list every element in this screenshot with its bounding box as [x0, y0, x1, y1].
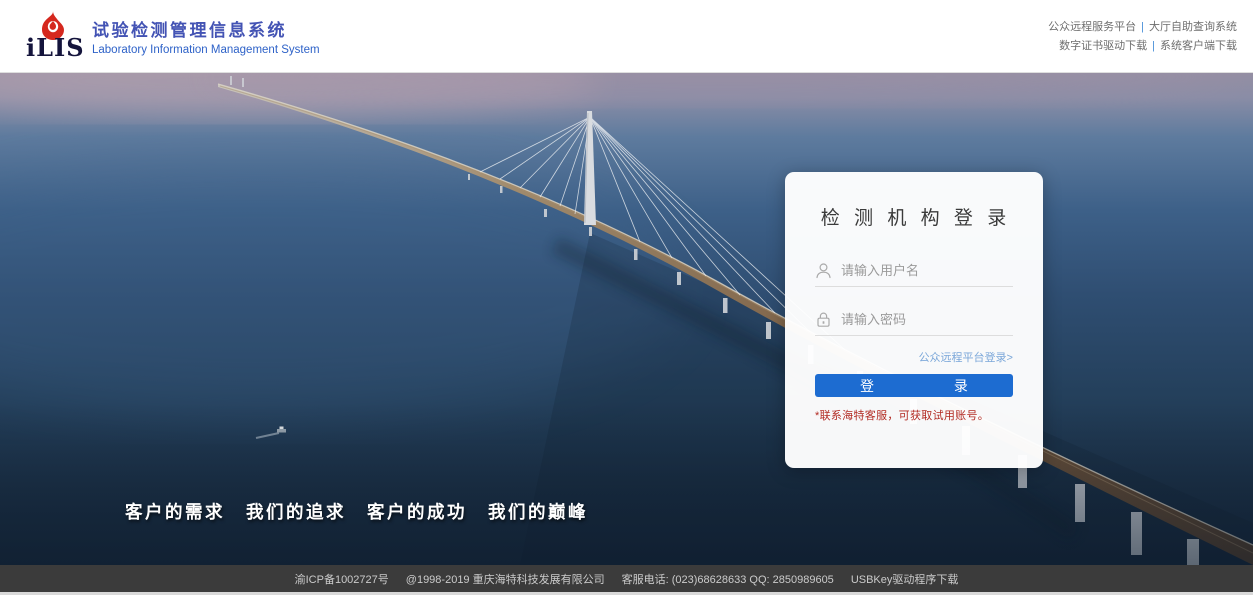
username-input[interactable] — [841, 263, 1013, 278]
link-client-download[interactable]: 系统客户端下载 — [1160, 40, 1237, 52]
site-title-en: Laboratory Information Management System — [92, 44, 320, 56]
link-cert-driver-download[interactable]: 数字证书驱动下载 — [1059, 40, 1147, 52]
public-platform-login-link[interactable]: 公众远程平台登录> — [785, 349, 1013, 365]
link-separator: | — [1152, 40, 1155, 52]
icp-number[interactable]: 渝ICP备1002727号 — [295, 571, 389, 587]
contact-info: 客服电话: (023)68628633 QQ: 2850989605 — [622, 571, 834, 587]
header-links-row-2: 数字证书驱动下载 | 系统客户端下载 — [1048, 37, 1237, 56]
trial-account-note: *联系海特客服，可获取试用账号。 — [815, 407, 1013, 423]
password-input[interactable] — [841, 312, 1013, 327]
hero: 客户的需求 我们的追求 客户的成功 我们的巅峰 检 测 机 构 登 录 — [0, 73, 1253, 565]
logo-block: iLIS 试验检测管理信息系统 Laboratory Information M… — [26, 10, 320, 62]
site-title-cn: 试验检测管理信息系统 — [92, 16, 320, 41]
link-hall-self-query[interactable]: 大厅自助查询系统 — [1149, 21, 1237, 33]
login-button[interactable]: 登 录 — [815, 374, 1013, 397]
usbkey-driver-download-link[interactable]: USBKey驱动程序下载 — [851, 571, 959, 587]
user-icon — [815, 262, 832, 279]
slogan-customer-needs: 客户的需求 — [125, 499, 225, 524]
password-field-row — [815, 306, 1013, 336]
header: iLIS 试验检测管理信息系统 Laboratory Information M… — [0, 0, 1253, 73]
site-titles: 试验检测管理信息系统 Laboratory Information Manage… — [92, 16, 320, 56]
slogan-row: 客户的需求 我们的追求 客户的成功 我们的巅峰 — [125, 499, 588, 524]
bridge-photo-background — [0, 73, 1253, 565]
login-title: 检 测 机 构 登 录 — [785, 203, 1043, 230]
header-links-row-1: 公众远程服务平台 | 大厅自助查询系统 — [1048, 18, 1237, 37]
lock-icon — [815, 311, 832, 328]
username-field-row — [815, 257, 1013, 287]
login-panel: 检 测 机 构 登 录 公众远程平台登录> 登 录 *联系海特客服，可获取试用账 — [785, 172, 1043, 468]
brand-text: iLIS — [26, 33, 85, 62]
page: iLIS 试验检测管理信息系统 Laboratory Information M… — [0, 0, 1253, 595]
slogan-our-peak: 我们的巅峰 — [488, 499, 588, 524]
copyright-text: @1998-2019 重庆海特科技发展有限公司 — [406, 571, 605, 587]
header-links: 公众远程服务平台 | 大厅自助查询系统 数字证书驱动下载 | 系统客户端下载 — [1048, 16, 1237, 55]
footer: 渝ICP备1002727号 @1998-2019 重庆海特科技发展有限公司 客服… — [0, 565, 1253, 592]
link-public-remote-platform[interactable]: 公众远程服务平台 — [1048, 21, 1136, 33]
slogan-our-pursuit: 我们的追求 — [246, 499, 346, 524]
link-separator: | — [1141, 21, 1144, 33]
slogan-customer-success: 客户的成功 — [367, 499, 467, 524]
ilis-logo: iLIS — [26, 10, 78, 62]
